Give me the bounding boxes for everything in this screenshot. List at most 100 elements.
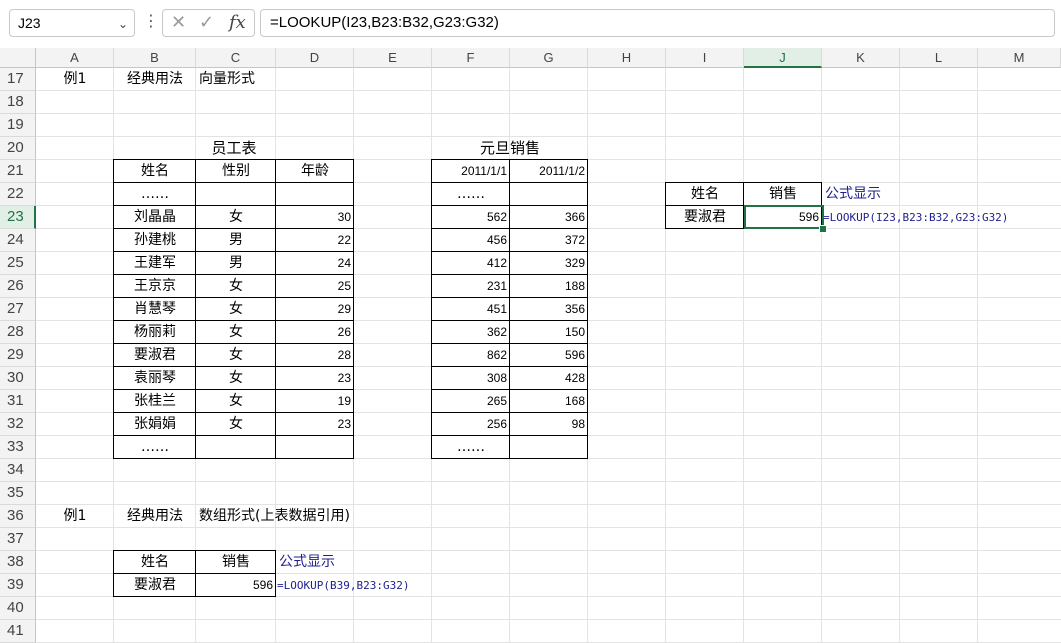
sales-value[interactable]: 451 [432,298,510,321]
employee-name[interactable]: 肖慧琴 [114,298,196,321]
employee-name[interactable]: 杨丽莉 [114,321,196,344]
sales-value[interactable]: 862 [432,344,510,367]
select-all-corner[interactable] [0,48,36,68]
insert-function-icon[interactable]: fx [229,12,246,33]
formula-display-label[interactable]: 公式显示 [822,183,900,206]
ellipsis[interactable]: …… [432,183,510,206]
row-header-26[interactable]: 26 [0,275,36,298]
column-header-m[interactable]: M [978,48,1061,68]
row-header-37[interactable]: 37 [0,528,36,551]
employee-gender[interactable]: 女 [196,321,276,344]
row-header-20[interactable]: 20 [0,137,36,160]
employee-age[interactable]: 23 [276,367,354,390]
row-header-27[interactable]: 27 [0,298,36,321]
usage-label[interactable]: 经典用法 [114,505,196,528]
sales-value[interactable]: 412 [432,252,510,275]
lookup-sales-heading[interactable]: 销售 [744,183,822,206]
row-header-23[interactable]: 23 [0,206,36,229]
row-header-36[interactable]: 36 [0,505,36,528]
form-label[interactable]: 向量形式 [196,68,354,91]
row-header-35[interactable]: 35 [0,482,36,505]
employee-age[interactable]: 26 [276,321,354,344]
employee-gender[interactable]: 男 [196,252,276,275]
row-header-38[interactable]: 38 [0,551,36,574]
employee-age[interactable]: 29 [276,298,354,321]
employee-gender[interactable]: 女 [196,390,276,413]
employee-name[interactable]: 要淑君 [114,344,196,367]
sales-value[interactable]: 231 [432,275,510,298]
employee-gender[interactable]: 女 [196,367,276,390]
ellipsis[interactable]: …… [114,183,196,206]
formula-input[interactable]: =LOOKUP(I23,B23:B32,G23:G32) [260,9,1055,37]
row-header-28[interactable]: 28 [0,321,36,344]
formula-display-label[interactable]: 公式显示 [276,551,354,574]
column-header-d[interactable]: D [276,48,354,68]
row-header-40[interactable]: 40 [0,597,36,620]
row-header-24[interactable]: 24 [0,229,36,252]
column-header-i[interactable]: I [666,48,744,68]
row-header-17[interactable]: 17 [0,68,36,91]
column-header-a[interactable]: A [36,48,114,68]
employee-gender[interactable]: 女 [196,298,276,321]
example-label[interactable]: 例1 [36,68,114,91]
column-header-c[interactable]: C [196,48,276,68]
ellipsis[interactable]: …… [114,436,196,459]
sales-value[interactable]: 562 [432,206,510,229]
sales-value[interactable]: 428 [510,367,588,390]
form-label[interactable]: 数组形式(上表数据引用) [196,505,432,528]
employee-gender[interactable]: 女 [196,275,276,298]
row-header-39[interactable]: 39 [0,574,36,597]
sales-value[interactable]: 362 [432,321,510,344]
row-header-29[interactable]: 29 [0,344,36,367]
row-header-19[interactable]: 19 [0,114,36,137]
employee-age[interactable]: 25 [276,275,354,298]
row-header-21[interactable]: 21 [0,160,36,183]
column-header-l[interactable]: L [900,48,978,68]
lookup-name-heading[interactable]: 姓名 [114,551,196,574]
confirm-icon[interactable]: ✓ [199,12,214,33]
cancel-icon[interactable]: ✕ [171,12,186,33]
employee-gender[interactable]: 女 [196,344,276,367]
employee-name[interactable]: 刘晶晶 [114,206,196,229]
employee-age[interactable]: 24 [276,252,354,275]
column-heading[interactable]: 性别 [196,160,276,183]
row-header-25[interactable]: 25 [0,252,36,275]
lookup-sales-heading[interactable]: 销售 [196,551,276,574]
row-header-30[interactable]: 30 [0,367,36,390]
employee-gender[interactable]: 女 [196,206,276,229]
row-header-33[interactable]: 33 [0,436,36,459]
column-heading[interactable]: 2011/1/2 [510,160,588,183]
column-header-b[interactable]: B [114,48,196,68]
employee-age[interactable]: 19 [276,390,354,413]
sales-value[interactable]: 329 [510,252,588,275]
sales-value[interactable]: 356 [510,298,588,321]
table-title[interactable]: 元旦销售 [432,137,588,160]
employee-age[interactable]: 23 [276,413,354,436]
employee-age[interactable]: 28 [276,344,354,367]
employee-gender[interactable]: 男 [196,229,276,252]
column-heading[interactable]: 2011/1/1 [432,160,510,183]
row-header-31[interactable]: 31 [0,390,36,413]
sales-value[interactable]: 372 [510,229,588,252]
usage-label[interactable]: 经典用法 [114,68,196,91]
more-vertical-icon[interactable]: ⋮ [143,12,159,30]
employee-age[interactable]: 22 [276,229,354,252]
column-header-g[interactable]: G [510,48,588,68]
lookup-result[interactable]: 596 [744,206,822,229]
row-header-32[interactable]: 32 [0,413,36,436]
fill-handle[interactable] [819,225,827,233]
employee-name[interactable]: 张桂兰 [114,390,196,413]
sales-value[interactable]: 265 [432,390,510,413]
employee-gender[interactable]: 女 [196,413,276,436]
employee-name[interactable]: 张娟娟 [114,413,196,436]
row-header-22[interactable]: 22 [0,183,36,206]
column-heading[interactable]: 姓名 [114,160,196,183]
employee-name[interactable]: 孙建桃 [114,229,196,252]
sales-value[interactable]: 366 [510,206,588,229]
column-header-j[interactable]: J [744,48,822,68]
column-header-k[interactable]: K [822,48,900,68]
lookup-name-heading[interactable]: 姓名 [666,183,744,206]
sales-value[interactable]: 308 [432,367,510,390]
sales-value[interactable]: 456 [432,229,510,252]
formula-text-display[interactable]: =LOOKUP(I23,B23:B32,G23:G32) [822,206,1061,229]
